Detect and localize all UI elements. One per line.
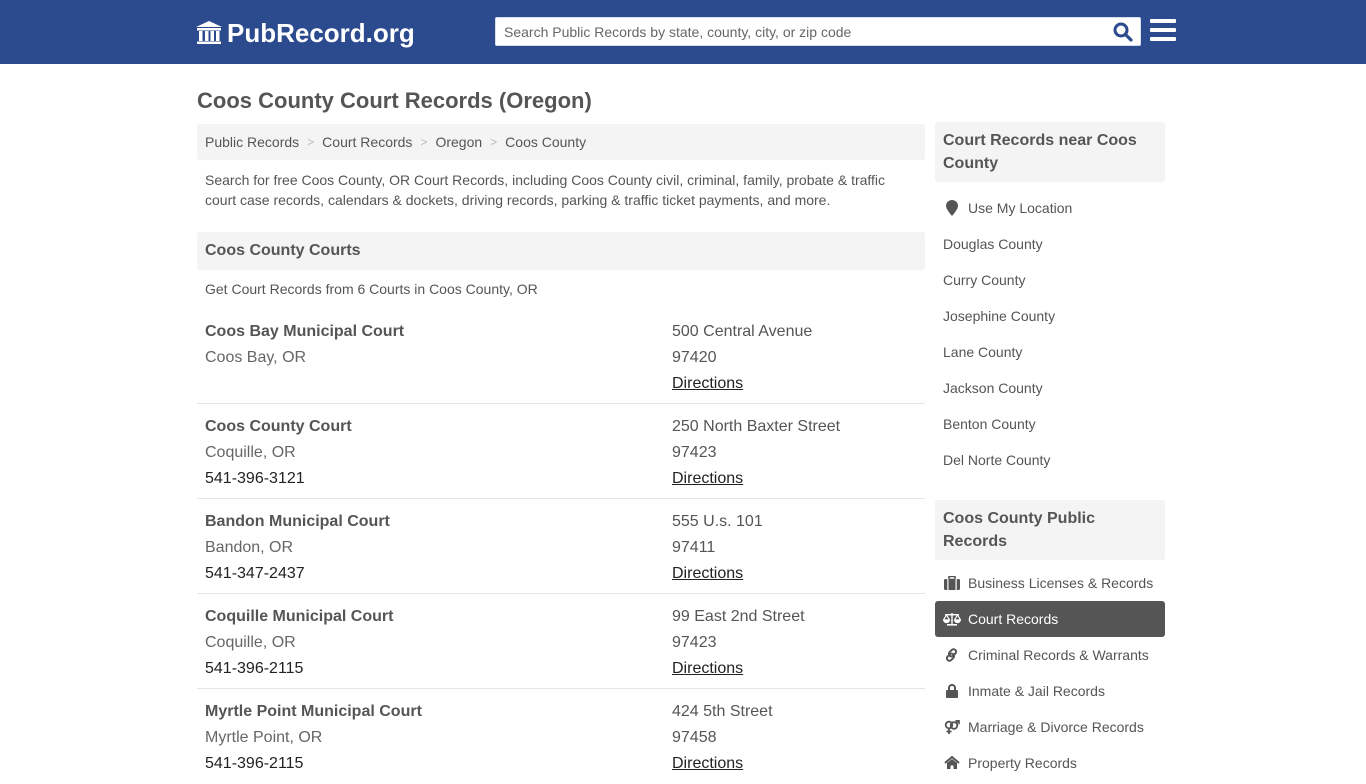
court-zip: 97411 — [672, 539, 716, 556]
sidebar-item-benton-county[interactable]: Benton County — [935, 406, 1165, 442]
directions-link[interactable]: Directions — [672, 660, 743, 677]
court-city: Coquille, OR — [205, 634, 296, 651]
home-icon — [943, 755, 961, 771]
court-address: 555 U.s. 101 — [672, 513, 763, 530]
sidebar-item-del-norte-county[interactable]: Del Norte County — [935, 442, 1165, 478]
balance-scale-icon — [943, 611, 961, 627]
sidebar-item-label: Del Norte County — [943, 452, 1051, 468]
court-name: Bandon Municipal Court — [205, 513, 390, 530]
court-name: Coos Bay Municipal Court — [205, 323, 405, 340]
court-row: Coos County Court Coquille, OR 541-396-3… — [197, 404, 925, 499]
page-title: Coos County Court Records (Oregon) — [197, 88, 592, 113]
sidebar-item-douglas-county[interactable]: Douglas County — [935, 226, 1165, 262]
map-marker-icon — [943, 200, 961, 216]
search-input[interactable] — [496, 18, 1106, 45]
court-name: Coos County Court — [205, 418, 352, 435]
sidebar-item-label: Use My Location — [968, 200, 1073, 216]
breadcrumb: Public Records > Court Records > Oregon … — [197, 124, 925, 160]
sidebar-item-label: Court Records — [968, 611, 1059, 627]
breadcrumb-public-records[interactable]: Public Records — [205, 134, 299, 150]
court-address: 500 Central Avenue — [672, 323, 813, 340]
sidebar-item-criminal-records[interactable]: Criminal Records & Warrants — [935, 637, 1165, 673]
breadcrumb-separator: > — [307, 135, 315, 149]
sidebar-item-curry-county[interactable]: Curry County — [935, 262, 1165, 298]
sidebar-item-court-records[interactable]: Court Records — [935, 601, 1165, 637]
sidebar-public-heading: Coos County Public Records — [935, 500, 1165, 560]
court-city: Bandon, OR — [205, 539, 294, 556]
sidebar-item-label: Curry County — [943, 272, 1026, 288]
court-city: Coquille, OR — [205, 444, 296, 461]
breadcrumb-separator: > — [420, 135, 428, 149]
sidebar-item-label: Criminal Records & Warrants — [968, 647, 1149, 663]
directions-link[interactable]: Directions — [672, 375, 743, 392]
breadcrumb-coos-county[interactable]: Coos County — [505, 134, 586, 150]
sidebar-item-label: Business Licenses & Records — [968, 575, 1154, 591]
court-list: Coos Bay Municipal Court Coos Bay, OR 50… — [197, 309, 925, 784]
court-zip: 97458 — [672, 729, 717, 746]
courts-section-heading: Coos County Courts — [197, 232, 925, 270]
court-zip: 97420 — [672, 349, 717, 366]
court-row: Coos Bay Municipal Court Coos Bay, OR 50… — [197, 309, 925, 404]
court-phone[interactable]: 541-396-2115 — [205, 656, 393, 682]
directions-link[interactable]: Directions — [672, 755, 743, 772]
sidebar-item-lane-county[interactable]: Lane County — [935, 334, 1165, 370]
sidebar-item-label: Marriage & Divorce Records — [968, 719, 1144, 735]
courts-subheading: Get Court Records from 6 Courts in Coos … — [205, 281, 538, 297]
sidebar-item-josephine-county[interactable]: Josephine County — [935, 298, 1165, 334]
court-address: 250 North Baxter Street — [672, 418, 841, 435]
court-name: Myrtle Point Municipal Court — [205, 703, 422, 720]
breadcrumb-oregon[interactable]: Oregon — [435, 134, 482, 150]
logo-text: PubRecord.org — [227, 17, 415, 48]
sidebar-item-label: Douglas County — [943, 236, 1043, 252]
briefcase-icon — [943, 575, 961, 591]
directions-link[interactable]: Directions — [672, 470, 743, 487]
sidebar-public-records: Coos County Public Records Business Lice… — [935, 500, 1165, 781]
sidebar-item-label: Inmate & Jail Records — [968, 683, 1105, 699]
court-zip: 97423 — [672, 634, 717, 651]
court-row: Myrtle Point Municipal Court Myrtle Poin… — [197, 689, 925, 784]
court-phone[interactable]: 541-396-3121 — [205, 466, 352, 492]
search-box — [495, 17, 1141, 46]
sidebar-nearby: Court Records near Coos County Use My Lo… — [935, 122, 1165, 478]
hamburger-menu-icon[interactable] — [1150, 19, 1176, 43]
courthouse-icon — [196, 21, 222, 44]
court-row: Bandon Municipal Court Bandon, OR 541-34… — [197, 499, 925, 594]
court-phone[interactable]: 541-396-2115 — [205, 751, 422, 777]
court-city: Coos Bay, OR — [205, 349, 307, 366]
court-name: Coquille Municipal Court — [205, 608, 394, 625]
intro-text: Search for free Coos County, OR Court Re… — [205, 172, 886, 208]
sidebar-item-label: Lane County — [943, 344, 1023, 360]
use-my-location-button[interactable]: Use My Location — [935, 190, 1165, 226]
directions-link[interactable]: Directions — [672, 565, 743, 582]
court-city: Myrtle Point, OR — [205, 729, 323, 746]
sidebar-item-property-records[interactable]: Property Records — [935, 745, 1165, 781]
court-row: Coquille Municipal Court Coquille, OR 54… — [197, 594, 925, 689]
court-phone[interactable]: 541-347-2437 — [205, 561, 390, 587]
site-logo[interactable]: PubRecord.org — [195, 16, 415, 50]
sidebar-item-business-licenses[interactable]: Business Licenses & Records — [935, 565, 1165, 601]
sidebar-nearby-heading: Court Records near Coos County — [935, 122, 1165, 182]
sidebar-item-label: Josephine County — [943, 308, 1056, 324]
breadcrumb-court-records[interactable]: Court Records — [322, 134, 412, 150]
search-icon[interactable] — [1112, 21, 1134, 43]
sidebar-item-jackson-county[interactable]: Jackson County — [935, 370, 1165, 406]
court-zip: 97423 — [672, 444, 717, 461]
venus-mars-icon — [943, 719, 961, 735]
court-address: 424 5th Street — [672, 703, 773, 720]
sidebar-item-inmate-records[interactable]: Inmate & Jail Records — [935, 673, 1165, 709]
court-address: 99 East 2nd Street — [672, 608, 805, 625]
sidebar-item-label: Property Records — [968, 755, 1077, 771]
top-navbar: PubRecord.org — [0, 0, 1366, 64]
breadcrumb-separator: > — [490, 135, 498, 149]
sidebar-item-label: Jackson County — [943, 380, 1043, 396]
lock-icon — [943, 683, 961, 699]
sidebar-item-label: Benton County — [943, 416, 1036, 432]
link-icon — [943, 647, 961, 663]
sidebar-item-marriage-records[interactable]: Marriage & Divorce Records — [935, 709, 1165, 745]
